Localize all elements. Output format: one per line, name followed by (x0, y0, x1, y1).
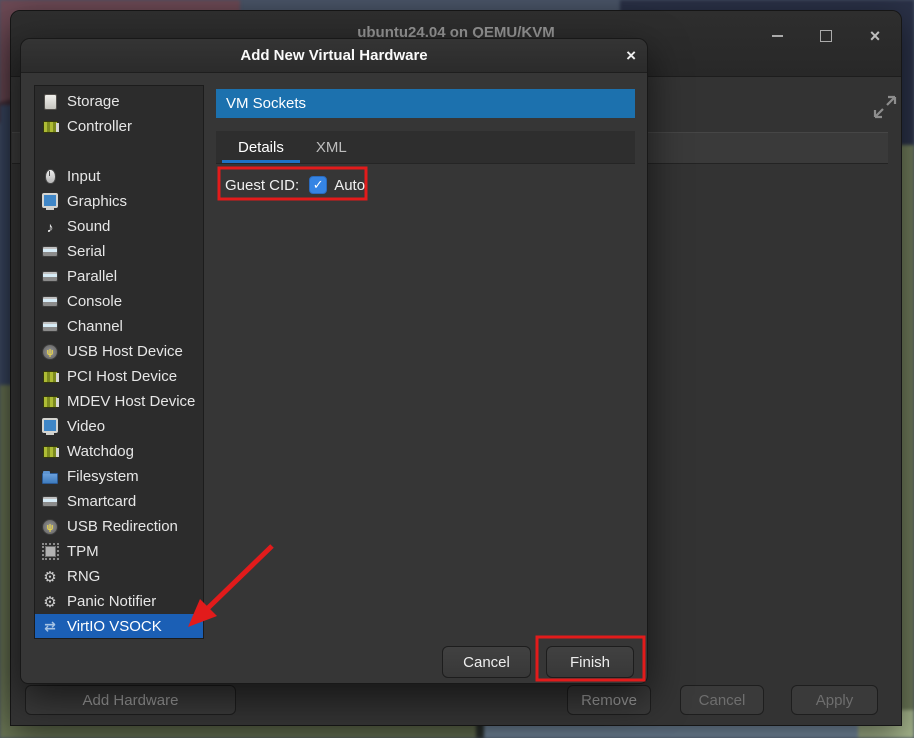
finish-button[interactable]: Finish (546, 646, 634, 678)
sidebar-item-input[interactable]: Input (35, 164, 203, 189)
close-icon[interactable]: × (867, 28, 883, 44)
sidebar-item-label: Storage (67, 93, 120, 110)
sidebar-item-channel[interactable]: Channel (35, 314, 203, 339)
sidebar-item-smartcard[interactable]: Smartcard (35, 489, 203, 514)
sidebar-item-usb-host-device[interactable]: USB Host Device (35, 339, 203, 364)
cancel-button[interactable]: Cancel (442, 646, 531, 678)
sidebar-item-video[interactable]: Video (35, 414, 203, 439)
sidebar-item-label: MDEV Host Device (67, 393, 195, 410)
tab-strip: Details XML (216, 131, 635, 164)
sidebar-item-filesystem[interactable]: Filesystem (35, 464, 203, 489)
watchdog-icon (42, 444, 58, 460)
smartcard-icon (42, 494, 58, 510)
display-icon (42, 194, 58, 210)
parallel-port-icon (42, 269, 58, 285)
sound-icon (42, 219, 58, 235)
sidebar-item-label: Filesystem (67, 468, 139, 485)
blank-icon (42, 144, 58, 160)
channel-icon (42, 319, 58, 335)
guest-cid-row: Guest CID: ✓ Auto (225, 171, 365, 199)
sidebar-item-label: Graphics (67, 193, 127, 210)
checkmark-icon: ✓ (313, 176, 324, 194)
details-cancel-button: Cancel (680, 685, 764, 715)
sidebar-item-usb-redirection[interactable]: USB Redirection (35, 514, 203, 539)
mdev-icon (42, 394, 58, 410)
folder-icon (42, 469, 58, 485)
details-apply-button: Apply (791, 685, 878, 715)
sidebar-item-tpm[interactable]: TPM (35, 539, 203, 564)
sidebar-item-sound[interactable]: Sound (35, 214, 203, 239)
sidebar-item-label: TPM (67, 543, 99, 560)
auto-label: Auto (334, 177, 365, 194)
sidebar-item-label: USB Host Device (67, 343, 183, 360)
storage-icon (42, 94, 58, 110)
sidebar-item-label: Channel (67, 318, 123, 335)
add-hardware-dialog: Add New Virtual Hardware × Storage Contr… (20, 38, 648, 684)
sidebar-item-label: RNG (67, 568, 100, 585)
sidebar-item-label: PCI Host Device (67, 368, 177, 385)
sidebar-item-watchdog[interactable]: Watchdog (35, 439, 203, 464)
auto-checkbox[interactable]: ✓ (309, 176, 327, 194)
panic-gear-icon (42, 594, 58, 610)
sidebar-item-label: Smartcard (67, 493, 136, 510)
sidebar-item-label: Sound (67, 218, 110, 235)
sidebar-item-label: VirtIO VSOCK (67, 618, 162, 635)
sidebar-item-pci-host-device[interactable]: PCI Host Device (35, 364, 203, 389)
sidebar-item-label: Input (67, 168, 100, 185)
panel-title: VM Sockets (216, 89, 635, 118)
video-icon (42, 419, 58, 435)
sidebar-item-panic-notifier[interactable]: Panic Notifier (35, 589, 203, 614)
maximize-icon[interactable] (818, 28, 834, 44)
console-icon (42, 294, 58, 310)
hardware-type-list: Storage Controller Input Graphics Sound … (34, 85, 204, 639)
dialog-close-icon[interactable]: × (626, 39, 636, 72)
sidebar-item-label: Video (67, 418, 105, 435)
serial-port-icon (42, 244, 58, 260)
sidebar-item-label: Parallel (67, 268, 117, 285)
guest-cid-label: Guest CID: (225, 177, 299, 194)
sidebar-item-label: Controller (67, 118, 132, 135)
minimize-icon[interactable] (769, 28, 785, 44)
usb-icon (42, 344, 58, 360)
sidebar-item-graphics[interactable]: Graphics (35, 189, 203, 214)
sidebar-item-storage[interactable]: Storage (35, 89, 203, 114)
sidebar-item-serial[interactable]: Serial (35, 239, 203, 264)
sidebar-item-label: USB Redirection (67, 518, 178, 535)
sidebar-item-rng[interactable]: RNG (35, 564, 203, 589)
dialog-titlebar: Add New Virtual Hardware × (21, 39, 647, 73)
tab-xml[interactable]: XML (300, 131, 363, 163)
gear-icon (42, 569, 58, 585)
sidebar-item-virtio-vsock[interactable]: VirtIO VSOCK (35, 614, 203, 639)
usb-redirect-icon (42, 519, 58, 535)
controller-icon (42, 119, 58, 135)
sidebar-item-label: Serial (67, 243, 105, 260)
fullscreen-icon[interactable] (871, 93, 899, 126)
tab-details[interactable]: Details (222, 131, 300, 163)
sidebar-item-mdev-host-device[interactable]: MDEV Host Device (35, 389, 203, 414)
sidebar-item-label: Watchdog (67, 443, 134, 460)
pci-icon (42, 369, 58, 385)
remove-button[interactable]: Remove (567, 685, 651, 715)
sidebar-item-label: Console (67, 293, 122, 310)
sidebar-item-parallel[interactable]: Parallel (35, 264, 203, 289)
sidebar-spacer (35, 139, 203, 164)
dialog-title: Add New Virtual Hardware (21, 39, 647, 73)
sidebar-item-controller[interactable]: Controller (35, 114, 203, 139)
vsock-arrows-icon (42, 619, 58, 635)
sidebar-item-console[interactable]: Console (35, 289, 203, 314)
sidebar-item-label: Panic Notifier (67, 593, 156, 610)
add-hardware-button[interactable]: Add Hardware (25, 685, 236, 715)
tpm-chip-icon (42, 544, 58, 560)
mouse-icon (42, 169, 58, 185)
window-controls: × (769, 24, 883, 48)
